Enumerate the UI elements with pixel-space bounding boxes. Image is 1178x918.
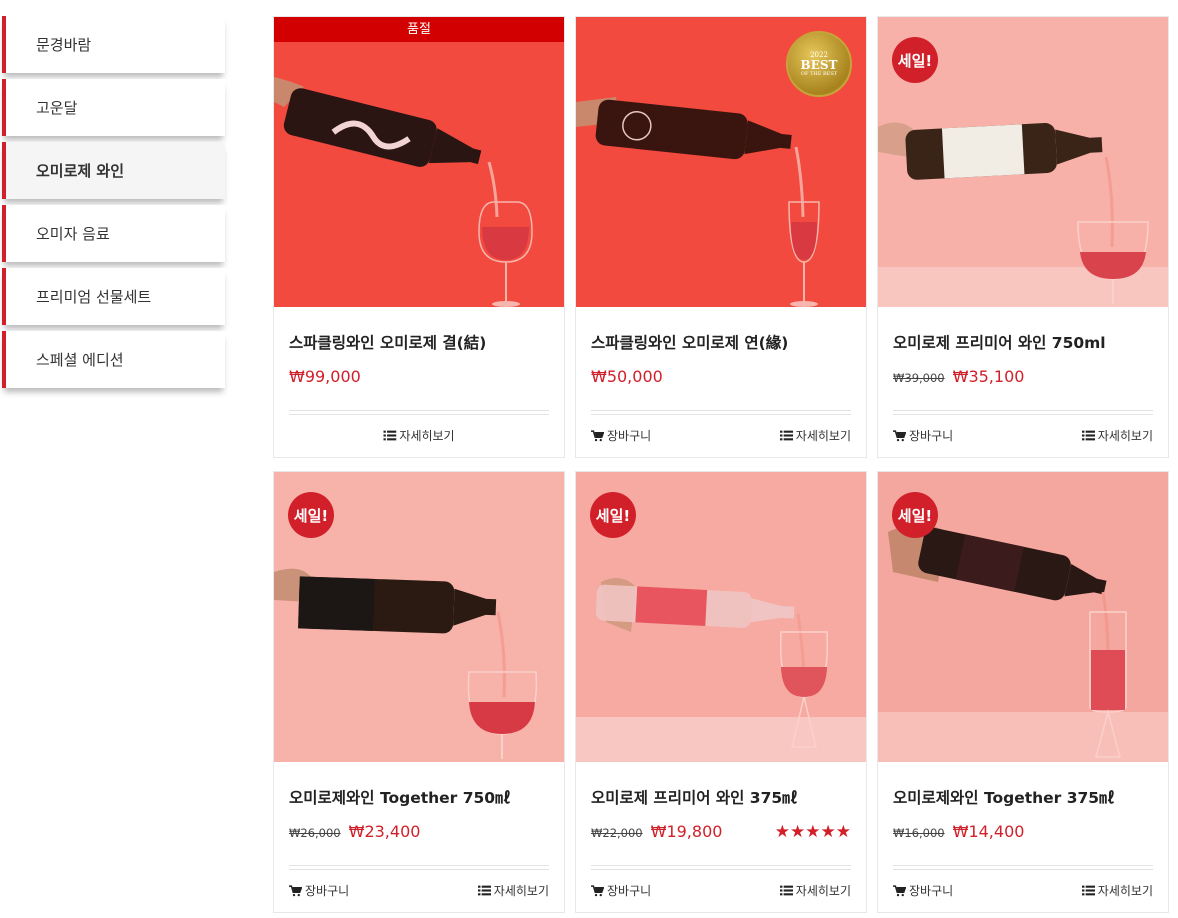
rating-stars: ★★★★★ xyxy=(774,822,851,842)
sale-badge: 세일! xyxy=(288,492,334,538)
details-button-label: 자세히보기 xyxy=(795,429,851,443)
product-price: ₩50,000 xyxy=(591,367,663,386)
product-card-yeon[interactable]: 2022 BEST OF THE BEST 스파클링와인 오미로제 연(緣) ₩… xyxy=(575,16,867,458)
product-price: ₩22,000 ₩19,800 xyxy=(591,822,722,841)
details-button-label: 자세히보기 xyxy=(795,884,851,898)
sidebar-item-label: 고운달 xyxy=(36,99,78,117)
sidebar-item-special-edition[interactable]: 스페셜 에디션 xyxy=(2,331,225,388)
details-button[interactable]: 자세히보기 xyxy=(1082,427,1153,444)
sidebar-item-label: 오미자 음료 xyxy=(36,225,110,243)
details-button[interactable]: 자세히보기 xyxy=(1082,882,1153,899)
list-icon xyxy=(780,885,793,896)
details-button-label: 자세히보기 xyxy=(1097,884,1153,898)
add-to-cart-button[interactable]: 장바구니 xyxy=(893,882,953,899)
product-price: ₩39,000 ₩35,100 xyxy=(893,367,1024,386)
original-price: ₩26,000 xyxy=(289,826,341,840)
details-button[interactable]: 자세히보기 xyxy=(478,882,549,899)
details-button[interactable]: 자세히보기 xyxy=(383,427,455,444)
list-icon xyxy=(383,430,396,441)
category-sidebar: 문경바람 고운달 오미로제 와인 오미자 음료 프리미엄 선물세트 스페셜 에디… xyxy=(2,16,225,394)
cart-icon xyxy=(893,885,906,897)
divider xyxy=(591,869,851,870)
sale-badge: 세일! xyxy=(590,492,636,538)
sidebar-item-goundal[interactable]: 고운달 xyxy=(2,79,225,136)
product-card-together-750[interactable]: 세일! 오미로제와인 Together 750㎖ ₩26,000 ₩23,400… xyxy=(273,471,565,913)
list-icon xyxy=(1082,885,1095,896)
cart-button-label: 장바구니 xyxy=(305,884,350,898)
product-card-gyeol[interactable]: 품절 스파클링와인 오미로제 결(結) ₩99,000 자세히보기 xyxy=(273,16,565,458)
add-to-cart-button[interactable]: 장바구니 xyxy=(591,427,651,444)
add-to-cart-button[interactable]: 장바구니 xyxy=(289,882,349,899)
sidebar-item-mungyeong-baram[interactable]: 문경바람 xyxy=(2,16,225,73)
product-card-premier-750[interactable]: 세일! 오미로제 프리미어 와인 750ml ₩39,000 ₩35,100 장… xyxy=(877,16,1169,458)
cart-icon xyxy=(591,885,604,897)
sidebar-item-omirose-wine[interactable]: 오미로제 와인 xyxy=(2,142,225,199)
divider xyxy=(591,410,851,411)
cart-icon xyxy=(893,430,906,442)
divider xyxy=(289,410,549,411)
details-button-label: 자세히보기 xyxy=(399,429,455,443)
product-title[interactable]: 스파클링와인 오미로제 연(緣) xyxy=(591,331,788,353)
list-icon xyxy=(478,885,491,896)
list-icon xyxy=(1082,430,1095,441)
current-price: ₩99,000 xyxy=(289,367,361,386)
sidebar-item-label: 스페셜 에디션 xyxy=(36,351,124,369)
divider xyxy=(893,410,1153,411)
list-icon xyxy=(780,430,793,441)
product-image[interactable] xyxy=(274,17,564,307)
current-price: ₩14,400 xyxy=(952,822,1025,841)
current-price: ₩23,400 xyxy=(348,822,421,841)
product-title[interactable]: 오미로제 프리미어 와인 375㎖ xyxy=(591,786,798,808)
sidebar-item-premium-gift-set[interactable]: 프리미엄 선물세트 xyxy=(2,268,225,325)
details-button-label: 자세히보기 xyxy=(1097,429,1153,443)
original-price: ₩39,000 xyxy=(893,371,945,385)
product-title[interactable]: 오미로제와인 Together 375㎖ xyxy=(893,786,1115,808)
add-to-cart-button[interactable]: 장바구니 xyxy=(893,427,953,444)
product-title[interactable]: 스파클링와인 오미로제 결(結) xyxy=(289,331,486,353)
divider xyxy=(591,414,851,415)
product-title[interactable]: 오미로제와인 Together 750㎖ xyxy=(289,786,511,808)
cart-button-label: 장바구니 xyxy=(607,884,652,898)
product-price: ₩99,000 xyxy=(289,367,361,386)
product-card-together-375[interactable]: 세일! 오미로제와인 Together 375㎖ ₩16,000 ₩14,400… xyxy=(877,471,1169,913)
cart-button-label: 장바구니 xyxy=(607,429,652,443)
cart-button-label: 장바구니 xyxy=(909,429,954,443)
current-price: ₩50,000 xyxy=(591,367,663,386)
sale-badge: 세일! xyxy=(892,492,938,538)
details-button[interactable]: 자세히보기 xyxy=(780,427,851,444)
product-card-premier-375[interactable]: 세일! 오미로제 프리미어 와인 375㎖ ₩22,000 ₩19,800 ★★… xyxy=(575,471,867,913)
sidebar-item-label: 문경바람 xyxy=(36,36,92,54)
details-button-label: 자세히보기 xyxy=(493,884,549,898)
original-price: ₩16,000 xyxy=(893,826,945,840)
sidebar-item-label: 프리미엄 선물세트 xyxy=(36,288,152,306)
current-price: ₩19,800 xyxy=(650,822,723,841)
details-button[interactable]: 자세히보기 xyxy=(780,882,851,899)
divider xyxy=(893,414,1153,415)
cart-icon xyxy=(289,885,302,897)
best-award-medal: 2022 BEST OF THE BEST xyxy=(786,31,852,97)
divider xyxy=(591,865,851,866)
sale-badge: 세일! xyxy=(892,37,938,83)
sidebar-item-label: 오미로제 와인 xyxy=(36,162,125,180)
cart-icon xyxy=(591,430,604,442)
sold-out-banner: 품절 xyxy=(274,17,564,42)
divider xyxy=(289,869,549,870)
divider xyxy=(893,869,1153,870)
sidebar-item-omija-drink[interactable]: 오미자 음료 xyxy=(2,205,225,262)
product-price: ₩26,000 ₩23,400 xyxy=(289,822,420,841)
cart-button-label: 장바구니 xyxy=(909,884,954,898)
original-price: ₩22,000 xyxy=(591,826,643,840)
divider xyxy=(289,865,549,866)
product-title[interactable]: 오미로제 프리미어 와인 750ml xyxy=(893,331,1106,353)
current-price: ₩35,100 xyxy=(952,367,1025,386)
divider xyxy=(289,414,549,415)
product-price: ₩16,000 ₩14,400 xyxy=(893,822,1024,841)
divider xyxy=(893,865,1153,866)
add-to-cart-button[interactable]: 장바구니 xyxy=(591,882,651,899)
